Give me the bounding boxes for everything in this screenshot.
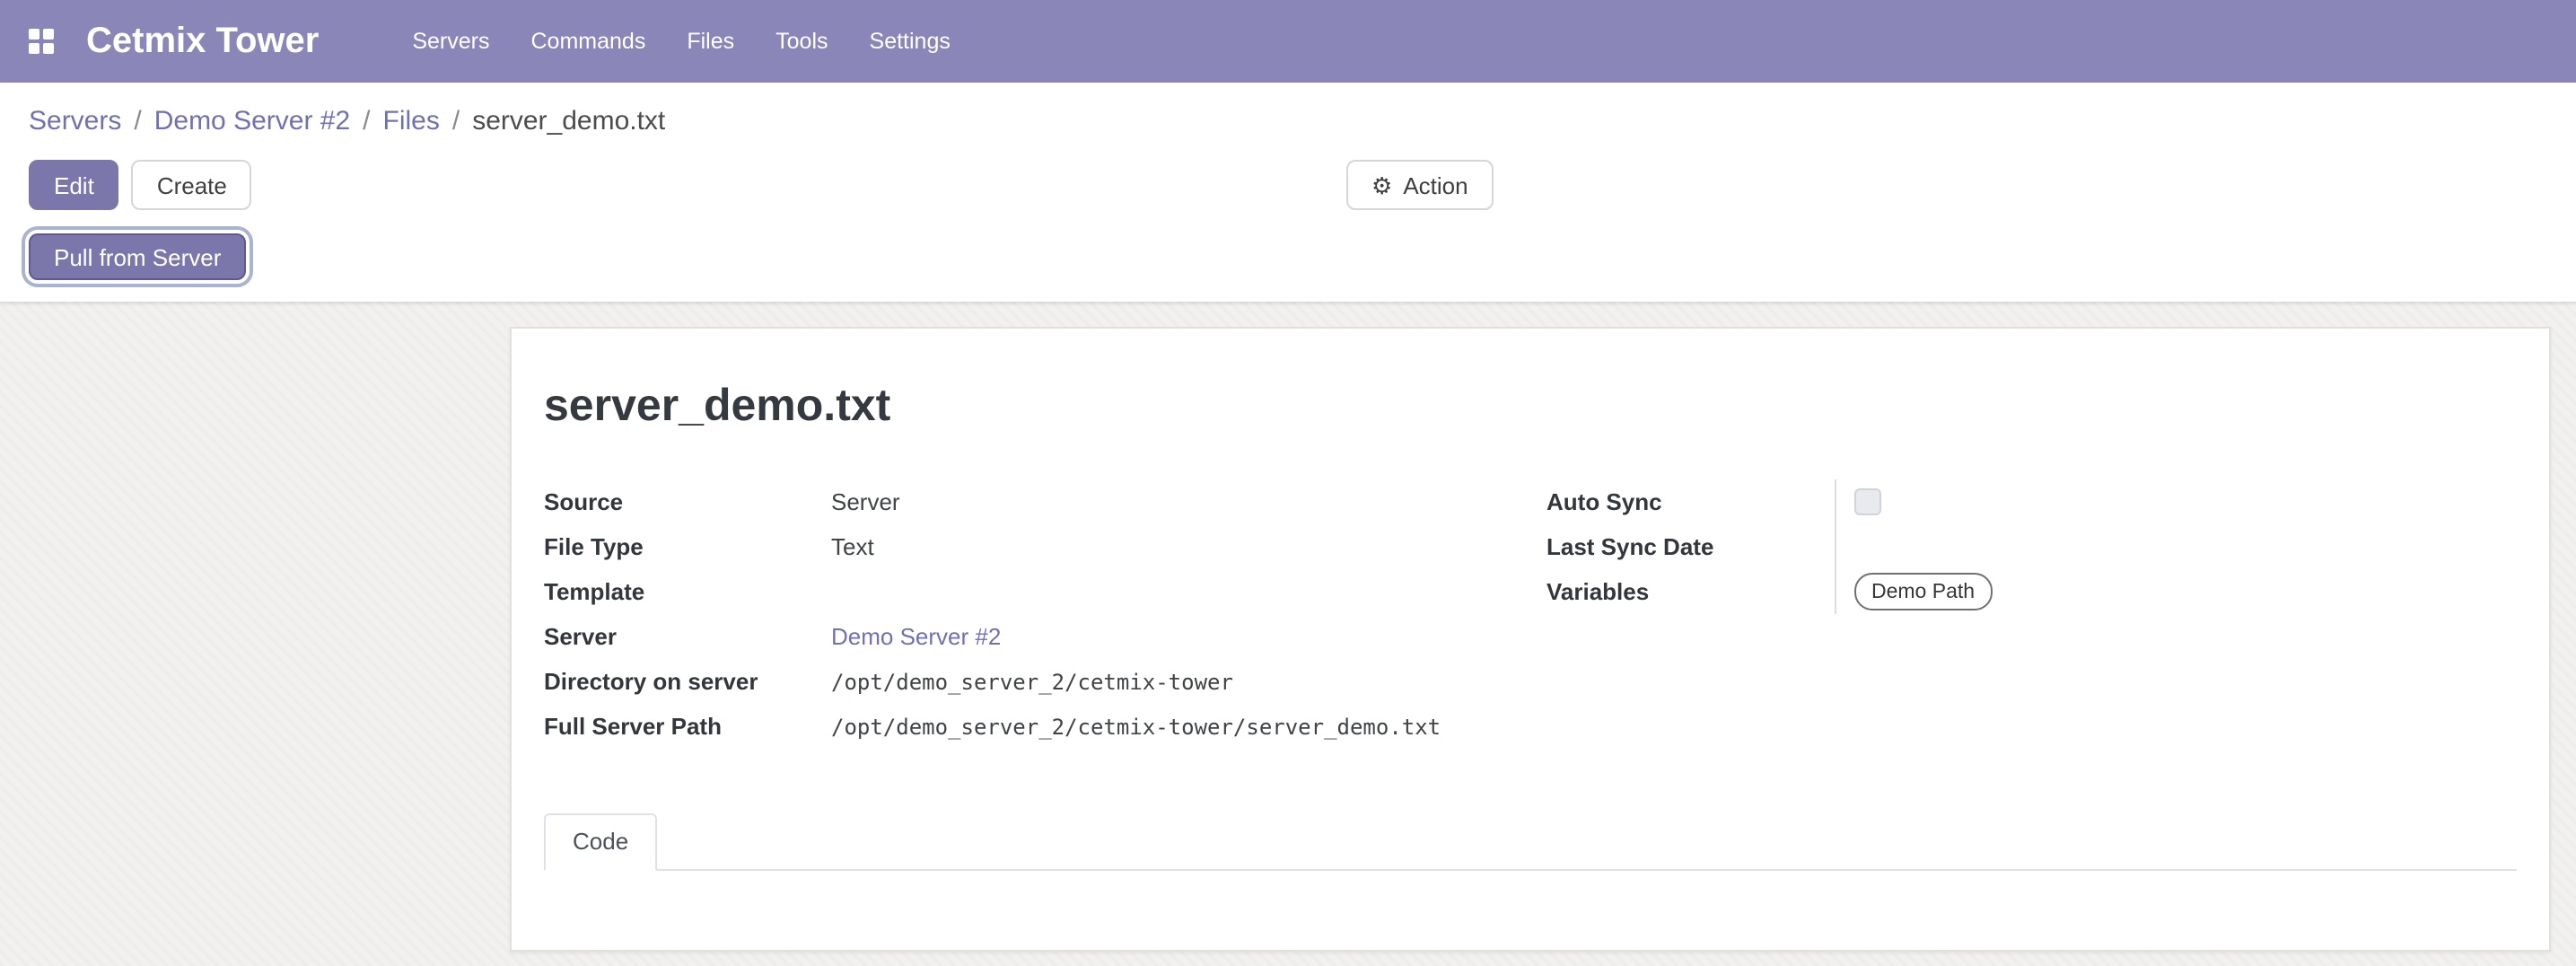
field-value-row-last-sync-date bbox=[1853, 524, 2069, 569]
field-group-right: Auto SyncLast Sync DateVariables Demo Pa… bbox=[1546, 479, 2517, 749]
breadcrumb-separator: / bbox=[452, 106, 460, 136]
field-row-source: SourceServer bbox=[544, 479, 1514, 524]
field-label-template: Template bbox=[544, 574, 831, 610]
record-title: server_demo.txt bbox=[544, 379, 2517, 433]
field-label-server: Server bbox=[544, 619, 831, 654]
tab-code[interactable]: Code bbox=[544, 813, 657, 871]
breadcrumb-link-demo-server-2[interactable]: Demo Server #2 bbox=[154, 106, 350, 136]
gear-icon: ⚙ bbox=[1371, 173, 1392, 197]
field-value-source: Server bbox=[831, 484, 900, 520]
action-menu-label: Action bbox=[1403, 171, 1468, 198]
app-brand[interactable]: Cetmix Tower bbox=[86, 21, 319, 62]
breadcrumb-separator: / bbox=[363, 106, 370, 136]
field-label-auto-sync: Auto Sync bbox=[1546, 479, 1834, 524]
button-row: Edit Create ⚙ Action bbox=[0, 147, 2576, 210]
field-label-directory-on-server: Directory on server bbox=[544, 663, 831, 699]
menu-item-tools[interactable]: Tools bbox=[775, 29, 828, 54]
field-group-left: SourceServerFile TypeTextTemplateServerD… bbox=[544, 479, 1514, 749]
field-row-full-server-path: Full Server Path/opt/demo_server_2/cetmi… bbox=[544, 704, 1514, 749]
right-field-labels: Auto SyncLast Sync DateVariables bbox=[1546, 479, 1834, 614]
status-row: Pull from Server bbox=[0, 210, 2576, 302]
action-menu-button[interactable]: ⚙ Action bbox=[1346, 160, 1494, 210]
field-value-server[interactable]: Demo Server #2 bbox=[831, 619, 1001, 654]
field-value-full-server-path: /opt/demo_server_2/cetmix-tower/server_d… bbox=[831, 708, 1441, 744]
field-label-source: Source bbox=[544, 484, 831, 520]
field-row-directory-on-server: Directory on server/opt/demo_server_2/ce… bbox=[544, 659, 1514, 704]
menu-item-commands[interactable]: Commands bbox=[531, 29, 646, 54]
auto-sync-checkbox bbox=[1853, 488, 1880, 515]
form-sheet: server_demo.txt SourceServerFile TypeTex… bbox=[510, 327, 2551, 952]
right-field-values: Demo Path bbox=[1834, 479, 2069, 614]
field-value-row-variables: Demo Path bbox=[1853, 569, 2069, 614]
main-menu: Servers Commands Files Tools Settings bbox=[412, 29, 951, 54]
top-navbar: Cetmix Tower ServersCommandsFilesToolsSe… bbox=[0, 0, 2576, 83]
pull-from-server-button[interactable]: Pull from Server bbox=[29, 233, 246, 280]
control-panel: Servers / Demo Server #2 / Files / server_demo… bbox=[0, 83, 2576, 302]
code-tab-content bbox=[544, 871, 2517, 952]
field-label-last-sync-date: Last Sync Date bbox=[1546, 524, 1834, 569]
field-value-file-type: Text bbox=[831, 529, 874, 565]
field-label-file-type: File Type bbox=[544, 529, 831, 565]
field-label-full-server-path: Full Server Path bbox=[544, 708, 831, 744]
breadcrumb-current: server_demo.txt bbox=[472, 106, 665, 136]
breadcrumb-link-files[interactable]: Files bbox=[383, 106, 440, 136]
menu-item-files[interactable]: Files bbox=[687, 29, 734, 54]
field-row-file-type: File TypeText bbox=[544, 524, 1514, 569]
field-value-row-auto-sync bbox=[1853, 479, 2069, 524]
notebook-tabs: Code bbox=[544, 813, 2517, 871]
menu-item-servers[interactable]: Servers bbox=[412, 29, 489, 54]
screen: Cetmix Tower ServersCommandsFilesToolsSe… bbox=[0, 0, 2576, 962]
breadcrumb-separator: / bbox=[134, 106, 141, 136]
content-area: server_demo.txt SourceServerFile TypeTex… bbox=[0, 302, 2576, 966]
breadcrumb: Servers / Demo Server #2 / Files / server_demo… bbox=[0, 83, 2576, 147]
breadcrumb-link-servers[interactable]: Servers bbox=[29, 106, 121, 136]
field-row-template: Template bbox=[544, 569, 1514, 614]
create-button[interactable]: Create bbox=[132, 160, 252, 210]
field-value-directory-on-server: /opt/demo_server_2/cetmix-tower bbox=[831, 663, 1233, 699]
menu-item-settings[interactable]: Settings bbox=[870, 29, 951, 54]
field-label-variables: Variables bbox=[1546, 569, 1834, 614]
field-row-server: ServerDemo Server #2 bbox=[544, 614, 1514, 659]
tag-demo-path[interactable]: Demo Path bbox=[1853, 573, 1993, 610]
field-groups: SourceServerFile TypeTextTemplateServerD… bbox=[544, 479, 2517, 749]
apps-grid-icon[interactable] bbox=[29, 29, 54, 54]
edit-button[interactable]: Edit bbox=[29, 160, 119, 210]
